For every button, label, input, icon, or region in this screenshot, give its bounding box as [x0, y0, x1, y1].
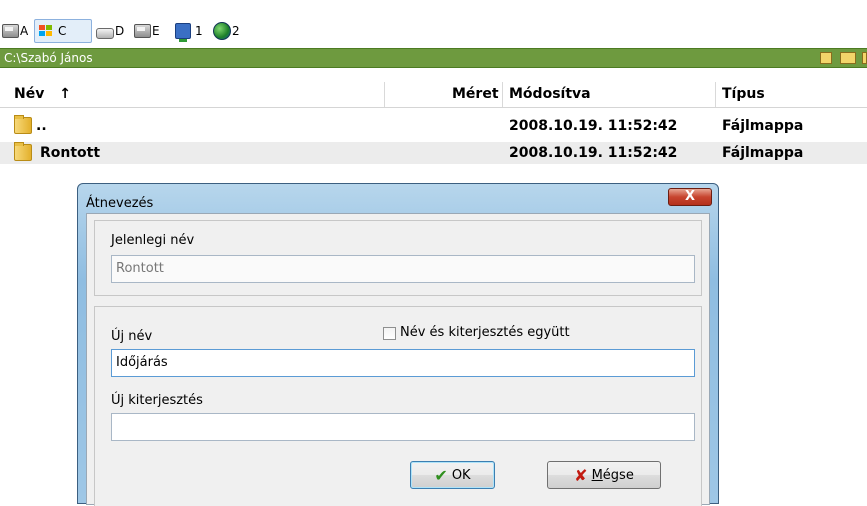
path-bar: C:\Szabó János: [0, 48, 867, 68]
current-name-group: Jelenlegi név Rontott: [94, 220, 702, 296]
sort-ascending-icon: ↑: [59, 86, 71, 102]
row-type: Fájlmappa: [722, 118, 804, 134]
removable-drive-icon: [134, 24, 151, 38]
drive-2-button[interactable]: 2: [213, 20, 240, 42]
drive-d-button[interactable]: D: [96, 20, 124, 42]
table-row[interactable]: Rontott 2008.10.19. 11:52:42 Fájlmappa: [0, 142, 867, 164]
name-and-extension-checkbox[interactable]: [383, 327, 396, 340]
drive-label: 2: [232, 24, 240, 38]
cross-icon: ✘: [574, 465, 588, 485]
column-header: Név ↑ Méret Módosítva Típus: [0, 82, 867, 108]
row-modified: 2008.10.19. 11:52:42: [509, 118, 678, 134]
cancel-button-label: égse: [602, 467, 634, 483]
current-name-label: Jelenlegi név: [111, 233, 195, 248]
cancel-button[interactable]: ✘ Mégse: [547, 461, 661, 489]
ok-button-label: OK: [451, 467, 471, 483]
column-size-header[interactable]: Méret: [452, 86, 499, 102]
drive-e-button[interactable]: E: [134, 20, 160, 42]
ftp-globe-icon: [213, 22, 231, 40]
network-drive-icon: [175, 23, 191, 42]
column-separator[interactable]: [715, 82, 716, 107]
drive-1-button[interactable]: 1: [175, 20, 203, 42]
current-name-field: Rontott: [111, 255, 695, 283]
drive-label: C: [58, 24, 67, 38]
close-icon: X: [684, 189, 696, 204]
close-button[interactable]: X: [668, 188, 712, 206]
drive-label: 1: [195, 24, 203, 38]
new-name-field[interactable]: Időjárás: [111, 349, 695, 377]
table-row[interactable]: .. 2008.10.19. 11:52:42 Fájlmappa: [0, 115, 867, 137]
folder-icon: [14, 115, 32, 134]
current-path: C:\Szabó János: [4, 51, 93, 65]
checkmark-icon: ✔: [434, 465, 448, 485]
drive-a-button[interactable]: A: [2, 20, 28, 42]
drive-label: D: [115, 24, 125, 38]
row-modified: 2008.10.19. 11:52:42: [509, 145, 678, 161]
cancel-mnemonic: M: [591, 467, 603, 483]
name-and-extension-label[interactable]: Név és kiterjesztés együtt: [400, 325, 570, 340]
drive-c-button[interactable]: C: [34, 19, 92, 43]
floppy-drive-icon: [2, 24, 19, 38]
column-type-header[interactable]: Típus: [722, 86, 765, 102]
dialog-body: Jelenlegi név Rontott Új név Név és kite…: [86, 213, 710, 506]
folder-icon: [14, 142, 32, 161]
drive-bar: A C D E 1 2: [0, 0, 867, 48]
column-name-header[interactable]: Név ↑: [14, 86, 71, 102]
row-type: Fájlmappa: [722, 145, 804, 161]
windows-drive-icon: [39, 24, 54, 38]
column-separator[interactable]: [502, 82, 503, 107]
row-name: ..: [36, 118, 47, 134]
drive-label: A: [20, 24, 29, 38]
new-name-group: Új név Név és kiterjesztés együtt Időjár…: [94, 306, 702, 506]
row-name: Rontott: [40, 145, 101, 161]
rename-dialog: Átnevezés X Jelenlegi név Rontott Új név…: [77, 183, 719, 506]
cd-drive-icon: [96, 27, 114, 39]
new-extension-field[interactable]: [111, 413, 695, 441]
new-file-icon[interactable]: [820, 52, 832, 64]
new-extension-label: Új kiterjesztés: [111, 393, 203, 408]
ok-button[interactable]: ✔ OK: [410, 461, 495, 489]
drive-label: E: [152, 24, 160, 38]
dialog-title: Átnevezés: [86, 196, 154, 211]
new-name-label: Új név: [111, 329, 153, 344]
column-separator[interactable]: [384, 82, 385, 107]
column-modified-header[interactable]: Módosítva: [509, 86, 591, 102]
toolbar-icon[interactable]: [862, 52, 867, 64]
new-folder-icon[interactable]: [840, 52, 856, 64]
